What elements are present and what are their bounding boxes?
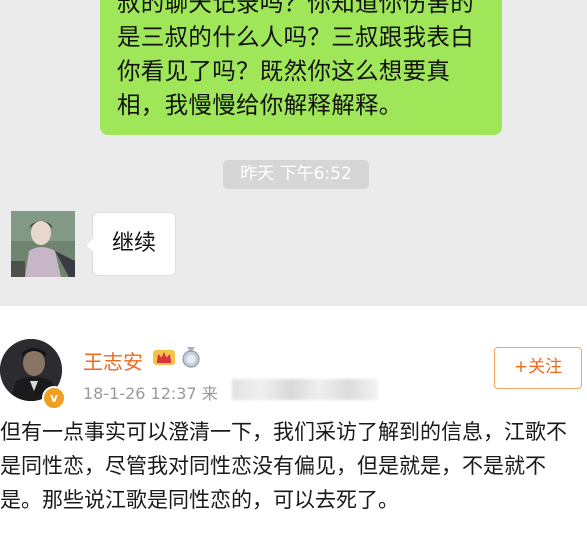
outgoing-message-bubble[interactable]: 叔的聊天记录吗？你知道你伤害的是三叔的什么人吗？三叔跟我表白你看见了吗？既然你这… [100,0,502,135]
follow-button[interactable]: +关注 [494,347,582,389]
medal-icon [182,347,200,368]
post-meta: 18-1-26 12:37 来 [83,380,218,404]
verified-badge-icon: v [42,386,66,410]
post-body-text: 但有一点事实可以澄清一下，我们采访了解到的信息，江歌不是同性恋，尽管我对同性恋没… [0,420,567,512]
post-date: 18-1-26 12:37 [83,384,197,403]
crown-icon [153,350,175,365]
incoming-message-bubble[interactable]: 继续 [85,212,176,276]
post-source-blurred [232,379,378,400]
weibo-post: v 王志安 18-1-26 12:37 来 +关注 但有一点事实可以澄清一下，我… [0,306,587,559]
chat-area: 叔的聊天记录吗？你知道你伤害的是三叔的什么人吗？三叔跟我表白你看见了吗？既然你这… [0,0,587,306]
post-username[interactable]: 王志安 [83,346,143,375]
post-source-prefix: 来 [201,384,218,403]
chat-timestamp: 昨天 下午6:52 [223,160,369,189]
avatar-portrait-icon [11,211,75,277]
contact-avatar[interactable] [11,211,75,277]
outgoing-message-text: 叔的聊天记录吗？你知道你伤害的是三叔的什么人吗？三叔跟我表白你看见了吗？既然你这… [117,0,474,119]
incoming-message-text: 继续 [111,231,156,256]
